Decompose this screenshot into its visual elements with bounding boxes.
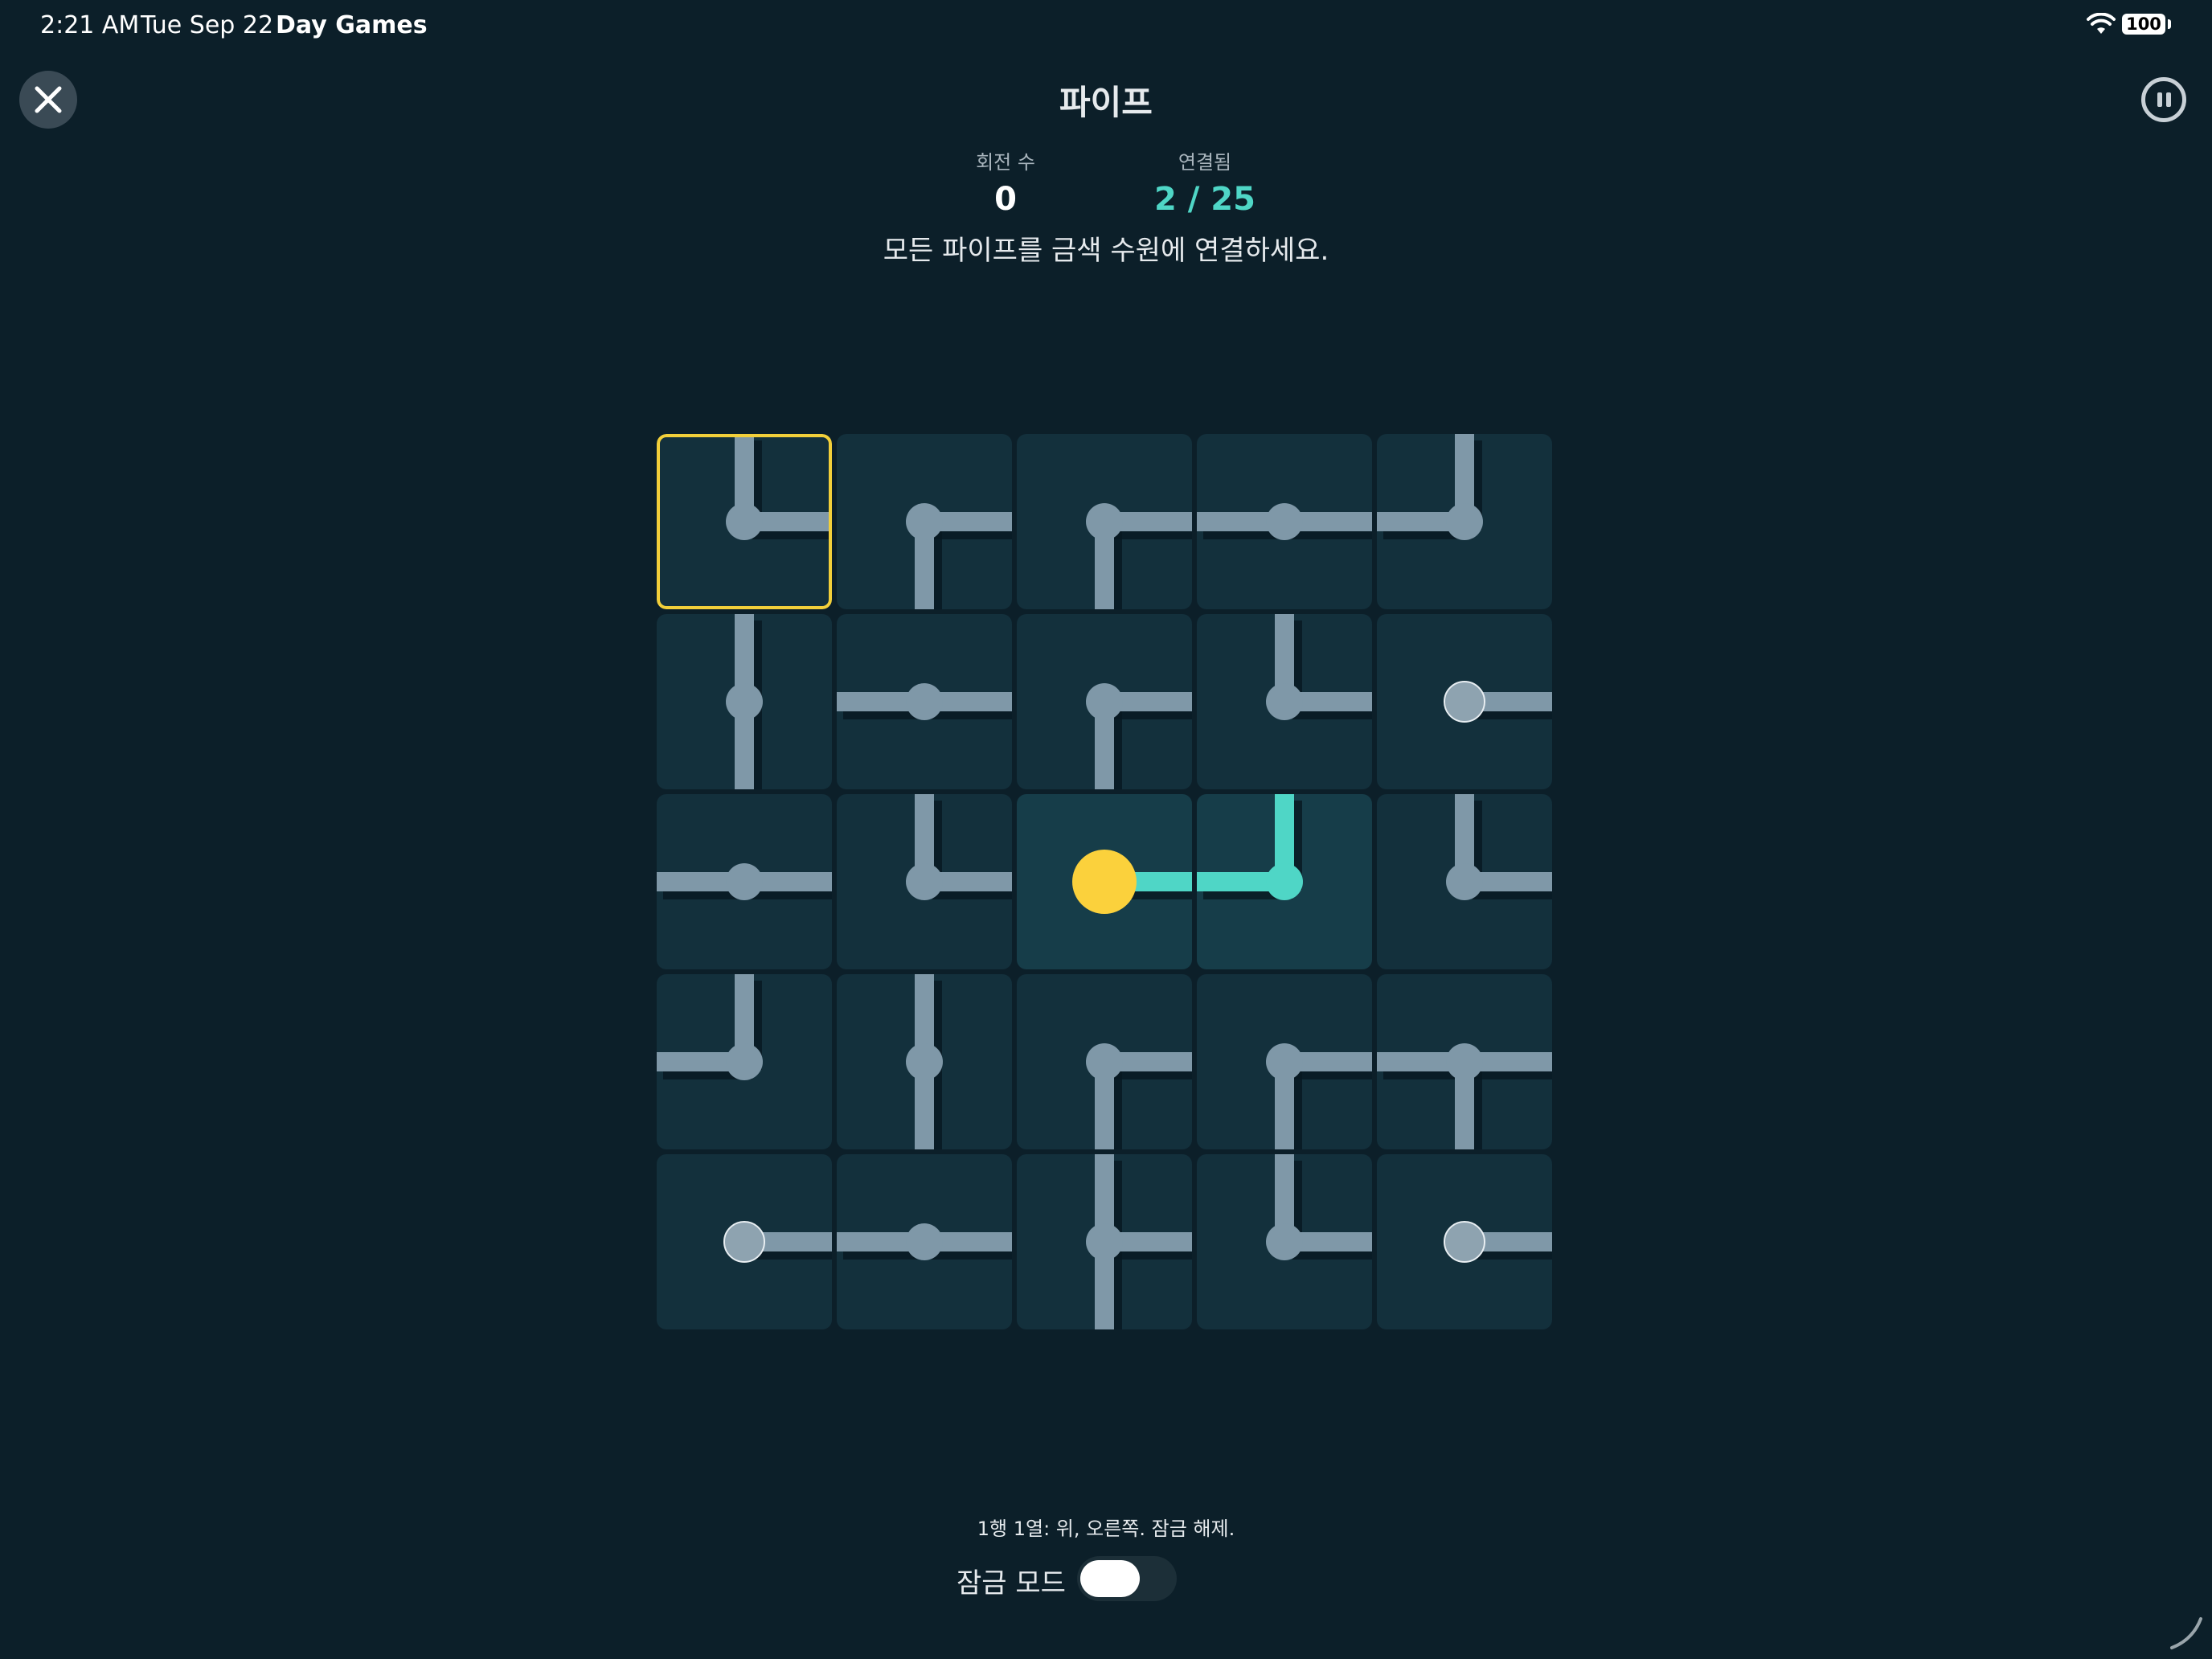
pipe-joint bbox=[1266, 1043, 1303, 1080]
wifi-icon bbox=[2087, 13, 2116, 34]
pipe-icon bbox=[1086, 1043, 1192, 1149]
pause-icon-bar bbox=[2166, 92, 2171, 107]
pipe-icon bbox=[657, 863, 832, 900]
pipe-joint bbox=[906, 863, 943, 900]
connected-value: 2 / 25 bbox=[1154, 181, 1256, 218]
instruction-text: 모든 파이프를 금색 수원에 연결하세요. bbox=[883, 235, 1329, 267]
pipe-icon bbox=[1444, 681, 1552, 723]
battery-tip bbox=[2168, 19, 2171, 29]
pipe-tile-r3-c1[interactable] bbox=[657, 794, 832, 969]
pipe-joint bbox=[906, 1043, 943, 1080]
pipe-tile-r5-c1[interactable] bbox=[657, 1154, 832, 1329]
pipe-tile-r2-c4[interactable] bbox=[1197, 614, 1372, 789]
pipe-icon bbox=[1377, 434, 1483, 540]
pause-button[interactable] bbox=[2141, 77, 2186, 122]
toggle-knob bbox=[1080, 1560, 1140, 1597]
pipe-joint bbox=[726, 503, 763, 540]
pipe-joint bbox=[1446, 1043, 1483, 1080]
pipe-tile-r2-c2[interactable] bbox=[837, 614, 1012, 789]
pipe-joint bbox=[1446, 503, 1483, 540]
pipe-icon bbox=[726, 434, 832, 540]
pipe-joint bbox=[1086, 1043, 1123, 1080]
pipe-tile-r4-c2[interactable] bbox=[837, 974, 1012, 1149]
status-bar: 2:21 AM Tue Sep 22 Day Games 100 bbox=[0, 0, 2212, 53]
pipe-tile-r3-c4[interactable] bbox=[1197, 794, 1372, 969]
pipe-icon bbox=[1266, 1154, 1372, 1260]
connected-label: 연결됨 bbox=[1178, 151, 1232, 174]
status-time: 2:21 AM bbox=[40, 11, 140, 39]
pipe-joint bbox=[1266, 683, 1303, 720]
pipe-icon bbox=[1086, 1154, 1192, 1329]
pipe-tile-r1-c2[interactable] bbox=[837, 434, 1012, 609]
page-title: 파이프 bbox=[1059, 83, 1153, 122]
pipe-joint bbox=[726, 863, 763, 900]
pipe-icon bbox=[1197, 794, 1303, 900]
pipe-joint bbox=[1266, 1223, 1303, 1260]
pipe-icon bbox=[906, 794, 1012, 900]
connected-stat: 연결됨 2 / 25 bbox=[1116, 146, 1293, 218]
pipe-joint bbox=[1086, 1223, 1123, 1260]
pipe-joint bbox=[906, 683, 943, 720]
pipe-joint bbox=[1446, 863, 1483, 900]
pipe-joint bbox=[1086, 683, 1123, 720]
pipe-tile-r3-c5[interactable] bbox=[1377, 794, 1552, 969]
pipe-icon bbox=[1086, 503, 1192, 609]
pipe-tile-r2-c5[interactable] bbox=[1377, 614, 1552, 789]
status-app-name: Day Games bbox=[276, 11, 428, 39]
pipe-icon bbox=[657, 974, 763, 1080]
pause-icon bbox=[2157, 92, 2162, 107]
pipe-joint bbox=[906, 1223, 943, 1260]
pipe-tile-r4-c3[interactable] bbox=[1017, 974, 1192, 1149]
pipe-tile-r2-c3[interactable] bbox=[1017, 614, 1192, 789]
pipe-icon bbox=[1446, 794, 1552, 900]
pipe-endpoint-icon bbox=[1444, 681, 1485, 723]
pipe-icon bbox=[1197, 503, 1372, 540]
water-source-icon bbox=[1072, 850, 1137, 914]
pipe-tile-r3-c2[interactable] bbox=[837, 794, 1012, 969]
pipe-icon bbox=[1086, 683, 1192, 789]
pipe-board bbox=[657, 434, 1557, 1334]
pipe-tile-r5-c3[interactable] bbox=[1017, 1154, 1192, 1329]
pipe-tile-r5-c4[interactable] bbox=[1197, 1154, 1372, 1329]
pipe-tile-r4-c5[interactable] bbox=[1377, 974, 1552, 1149]
pipe-joint bbox=[726, 1043, 763, 1080]
pipe-tile-r2-c1[interactable] bbox=[657, 614, 832, 789]
lock-mode-label: 잠금 모드 bbox=[956, 1567, 1066, 1600]
rotations-stat: 회전 수 0 bbox=[917, 146, 1094, 218]
pipe-joint bbox=[1266, 863, 1303, 900]
pipe-tile-r4-c1[interactable] bbox=[657, 974, 832, 1149]
pipe-icon bbox=[1266, 614, 1372, 720]
status-date: Tue Sep 22 bbox=[141, 11, 274, 39]
pipe-icon bbox=[1266, 1043, 1372, 1149]
pipe-tile-r1-c5[interactable] bbox=[1377, 434, 1552, 609]
battery-icon: 100 bbox=[2122, 14, 2165, 35]
pipe-joint bbox=[906, 503, 943, 540]
pipe-icon bbox=[726, 614, 763, 789]
pipe-tile-r5-c2[interactable] bbox=[837, 1154, 1012, 1329]
rotations-label: 회전 수 bbox=[976, 151, 1035, 174]
pipe-icon bbox=[906, 503, 1012, 609]
pipe-endpoint-icon bbox=[723, 1221, 765, 1263]
pipe-icon bbox=[906, 974, 943, 1149]
pipe-icon bbox=[837, 683, 1012, 720]
pipe-icon bbox=[723, 1221, 832, 1263]
rotations-value: 0 bbox=[994, 181, 1017, 218]
pipe-tile-r4-c4[interactable] bbox=[1197, 974, 1372, 1149]
pipe-joint bbox=[1266, 503, 1303, 540]
pipe-icon bbox=[1072, 850, 1192, 914]
home-indicator bbox=[2170, 1617, 2202, 1649]
pipe-tile-r1-c1[interactable] bbox=[657, 434, 832, 609]
pipe-icon bbox=[837, 1223, 1012, 1260]
pipe-icon bbox=[1377, 1043, 1552, 1149]
pipe-icon bbox=[1444, 1221, 1552, 1263]
pipe-endpoint-icon bbox=[1444, 1221, 1485, 1263]
lock-mode-toggle[interactable] bbox=[1077, 1556, 1177, 1601]
pipe-tile-r1-c3[interactable] bbox=[1017, 434, 1192, 609]
pipe-tile-r5-c5[interactable] bbox=[1377, 1154, 1552, 1329]
pipe-tile-r1-c4[interactable] bbox=[1197, 434, 1372, 609]
selection-status: 1행 1열: 위, 오른쪽. 잠금 해제. bbox=[977, 1518, 1235, 1540]
pipe-joint bbox=[726, 683, 763, 720]
pipe-joint bbox=[1086, 503, 1123, 540]
pipe-tile-r3-c3[interactable] bbox=[1017, 794, 1192, 969]
